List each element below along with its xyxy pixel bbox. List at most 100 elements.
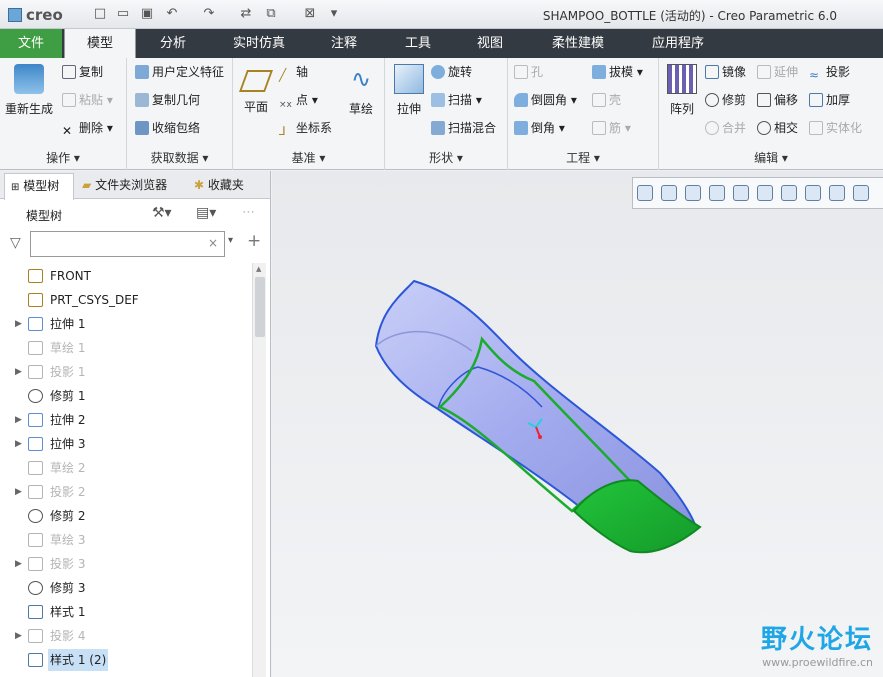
- tab-applications[interactable]: 应用程序: [636, 29, 720, 58]
- plane-button[interactable]: 平面: [238, 64, 274, 115]
- tree-node[interactable]: 修剪 1: [0, 385, 252, 407]
- tree-node[interactable]: ▶ 投影 1: [0, 361, 252, 383]
- tab-tools[interactable]: 工具: [388, 29, 448, 58]
- group-label-editing[interactable]: 编辑 ▾: [659, 149, 883, 166]
- close-window-icon[interactable]: ⊠: [302, 6, 318, 22]
- expand-arrow-icon[interactable]: ▶: [15, 553, 22, 575]
- new-file-icon[interactable]: □: [92, 6, 108, 22]
- bottle-model[interactable]: [272, 171, 883, 677]
- tree-node[interactable]: 样式 1: [0, 601, 252, 623]
- tree-node-label: 修剪 1: [50, 389, 86, 403]
- offset-button[interactable]: 偏移: [757, 90, 798, 110]
- expand-arrow-icon[interactable]: ▶: [15, 433, 22, 455]
- tab-model-tree[interactable]: ⊞ 模型树: [4, 173, 74, 200]
- tree-node[interactable]: ▶ 拉伸 3: [0, 433, 252, 455]
- chamfer-button[interactable]: 倒角 ▾: [514, 118, 565, 138]
- filter-icon: ▽: [10, 235, 21, 251]
- tree-scrollbar[interactable]: ▲: [252, 263, 266, 677]
- tab-annotate[interactable]: 注释: [314, 29, 374, 58]
- tab-model[interactable]: 模型: [64, 29, 136, 58]
- round-button[interactable]: 倒圆角 ▾: [514, 90, 577, 110]
- tab-favorites[interactable]: ✱ 收藏夹: [194, 176, 244, 193]
- tree-node[interactable]: 草绘 2: [0, 457, 252, 479]
- tab-flexible-modeling[interactable]: 柔性建模: [536, 29, 620, 58]
- tree-node[interactable]: ▶ 投影 2: [0, 481, 252, 503]
- tree-search-input[interactable]: ×: [30, 231, 225, 257]
- sketch-button[interactable]: ∿ 草绘: [343, 64, 379, 117]
- undo-icon[interactable]: ↶: [164, 6, 180, 22]
- tree-display-icon[interactable]: ▤▾: [196, 205, 216, 221]
- tab-folder-browser[interactable]: ▰ 文件夹浏览器: [82, 176, 167, 193]
- tree-node[interactable]: FRONT: [0, 265, 252, 287]
- regenerate-button[interactable]: 重新生成: [4, 64, 54, 117]
- project-button[interactable]: ≈ 投影: [809, 62, 850, 82]
- tree-node[interactable]: PRT_CSYS_DEF: [0, 289, 252, 311]
- mirror-button[interactable]: 镜像: [705, 62, 746, 82]
- tab-simulation[interactable]: 实时仿真: [220, 29, 298, 58]
- merge-button[interactable]: 合并: [705, 118, 746, 138]
- shell-button[interactable]: 壳: [592, 90, 621, 110]
- group-engineering: 孔 倒圆角 ▾ 倒角 ▾ 拔模 ▾ 壳 筋 ▾ 工程 ▾: [508, 58, 659, 170]
- group-label-shapes[interactable]: 形状 ▾: [385, 149, 507, 166]
- expand-arrow-icon[interactable]: ▶: [15, 313, 22, 335]
- point-button[interactable]: ×x 点 ▾: [279, 90, 318, 110]
- scroll-up-icon[interactable]: ▲: [256, 265, 261, 273]
- expand-arrow-icon[interactable]: ▶: [15, 625, 22, 647]
- windows-icon[interactable]: ⧉: [263, 6, 279, 22]
- scroll-thumb[interactable]: [255, 277, 265, 337]
- redo-icon[interactable]: ↷: [201, 6, 217, 22]
- revolve-button[interactable]: 旋转: [431, 62, 472, 82]
- csys-button[interactable]: ⅃ 坐标系: [279, 118, 332, 138]
- add-filter-icon[interactable]: +: [247, 231, 261, 251]
- draft-button[interactable]: 拔模 ▾: [592, 62, 643, 82]
- tree-settings-icon[interactable]: ⚒▾: [152, 205, 172, 221]
- tab-view[interactable]: 视图: [460, 29, 520, 58]
- open-folder-icon[interactable]: ▭: [115, 6, 131, 22]
- swept-blend-button[interactable]: 扫描混合: [431, 118, 496, 138]
- paste-button[interactable]: 粘贴 ▾: [62, 90, 113, 110]
- merge-icon: [705, 121, 719, 135]
- tree-columns-icon[interactable]: ⋯: [242, 205, 255, 220]
- tree-node[interactable]: 样式 1 (2): [0, 649, 252, 671]
- tree-node[interactable]: ▶ 投影 4: [0, 625, 252, 647]
- udf-button[interactable]: 用户定义特征: [135, 62, 224, 82]
- tree-node[interactable]: 修剪 3: [0, 577, 252, 599]
- expand-arrow-icon[interactable]: ▶: [15, 481, 22, 503]
- copy-button[interactable]: 复制: [62, 62, 103, 82]
- rib-button[interactable]: 筋 ▾: [592, 118, 631, 138]
- hole-button[interactable]: 孔: [514, 62, 543, 82]
- group-label-engineering[interactable]: 工程 ▾: [508, 149, 658, 166]
- extend-button[interactable]: 延伸: [757, 62, 798, 82]
- thicken-button[interactable]: 加厚: [809, 90, 850, 110]
- clear-icon[interactable]: ×: [208, 236, 218, 250]
- copy-geometry-button[interactable]: 复制几何: [135, 90, 200, 110]
- solidify-button[interactable]: 实体化: [809, 118, 862, 138]
- group-label-get-data[interactable]: 获取数据 ▾: [127, 149, 232, 166]
- delete-button[interactable]: ✕ 删除 ▾: [62, 118, 113, 138]
- intersect-button[interactable]: 相交: [757, 118, 798, 138]
- tab-analysis[interactable]: 分析: [140, 29, 206, 58]
- tree-search-field[interactable]: [35, 233, 205, 255]
- group-label-operations[interactable]: 操作 ▾: [0, 149, 126, 166]
- trim-button[interactable]: 修剪: [705, 90, 746, 110]
- expand-arrow-icon[interactable]: ▶: [15, 361, 22, 383]
- tree-node[interactable]: ▶ 拉伸 1: [0, 313, 252, 335]
- tree-node[interactable]: 草绘 3: [0, 529, 252, 551]
- graphics-viewport[interactable]: 野火论坛 www.proewildfire.cn: [272, 171, 883, 677]
- expand-arrow-icon[interactable]: ▶: [15, 409, 22, 431]
- pattern-button[interactable]: 阵列: [665, 64, 699, 117]
- tree-node[interactable]: ▶ 投影 3: [0, 553, 252, 575]
- tree-node[interactable]: 草绘 1: [0, 337, 252, 359]
- tab-file[interactable]: 文件: [0, 29, 62, 58]
- shrinkwrap-button[interactable]: 收缩包络: [135, 118, 200, 138]
- filter-dropdown-icon[interactable]: ▾: [228, 235, 233, 246]
- group-label-datum[interactable]: 基准 ▾: [233, 149, 384, 166]
- customize-icon[interactable]: ▾: [326, 6, 342, 22]
- sweep-button[interactable]: 扫描 ▾: [431, 90, 482, 110]
- tree-node[interactable]: 修剪 2: [0, 505, 252, 527]
- extrude-button[interactable]: 拉伸: [391, 64, 427, 117]
- tree-node[interactable]: ▶ 拉伸 2: [0, 409, 252, 431]
- save-icon[interactable]: ▣: [139, 6, 155, 22]
- regenerate-icon[interactable]: ⇄: [238, 6, 254, 22]
- axis-button[interactable]: ╱ 轴: [279, 62, 308, 82]
